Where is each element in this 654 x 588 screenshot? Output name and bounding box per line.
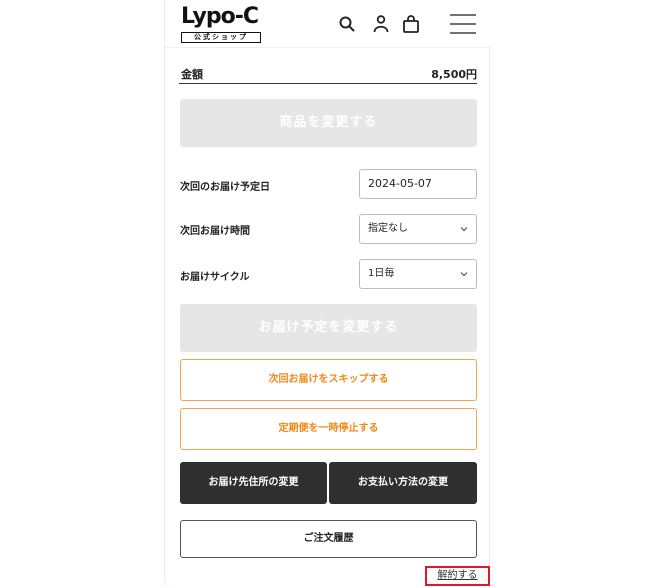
next-delivery-time-label: 次回お届け時間 xyxy=(180,226,250,237)
brand-logo[interactable]: Lypo-C 公式ショップ xyxy=(181,4,265,44)
change-payment-button[interactable]: お支払い方法の変更 xyxy=(329,462,477,504)
delivery-cycle-select[interactable]: 1日毎 xyxy=(359,259,477,289)
chevron-down-icon xyxy=(460,227,468,232)
amount-row: 金額 8,500円 xyxy=(179,66,477,84)
change-address-button[interactable]: お届け先住所の変更 xyxy=(180,462,327,504)
delivery-cycle-value: 1日毎 xyxy=(368,268,395,279)
cancel-subscription-link[interactable]: 解約する xyxy=(425,566,490,586)
app-frame: Lypo-C 公式ショップ 金額 8,500円 商品を変更する 次回のお届け予定… xyxy=(164,0,491,588)
chevron-down-icon xyxy=(460,272,468,277)
amount-value: 8,500円 xyxy=(431,68,477,81)
user-icon[interactable] xyxy=(371,14,391,34)
logo-text: Lypo-C xyxy=(181,4,259,29)
next-delivery-time-select[interactable]: 指定なし xyxy=(359,214,477,244)
order-history-button[interactable]: ご注文履歴 xyxy=(180,520,477,558)
next-delivery-date-label: 次回のお届け予定日 xyxy=(180,182,270,193)
change-product-button[interactable]: 商品を変更する xyxy=(180,99,477,147)
amount-label: 金額 xyxy=(181,68,203,81)
next-delivery-time-value: 指定なし xyxy=(368,223,408,234)
next-delivery-date-input[interactable]: 2024-05-07 xyxy=(359,169,477,199)
pause-subscription-button[interactable]: 定期便を一時停止する xyxy=(180,408,477,450)
skip-next-delivery-button[interactable]: 次回お届けをスキップする xyxy=(180,359,477,401)
menu-icon[interactable] xyxy=(449,12,477,36)
cancel-link-label: 解約する xyxy=(437,570,478,581)
site-header: Lypo-C 公式ショップ xyxy=(165,0,491,48)
bag-icon[interactable] xyxy=(401,14,421,34)
logo-subtitle: 公式ショップ xyxy=(181,32,261,43)
change-schedule-button[interactable]: お届け予定を変更する xyxy=(180,304,477,352)
delivery-cycle-label: お届けサイクル xyxy=(180,272,250,283)
search-icon[interactable] xyxy=(337,14,357,34)
